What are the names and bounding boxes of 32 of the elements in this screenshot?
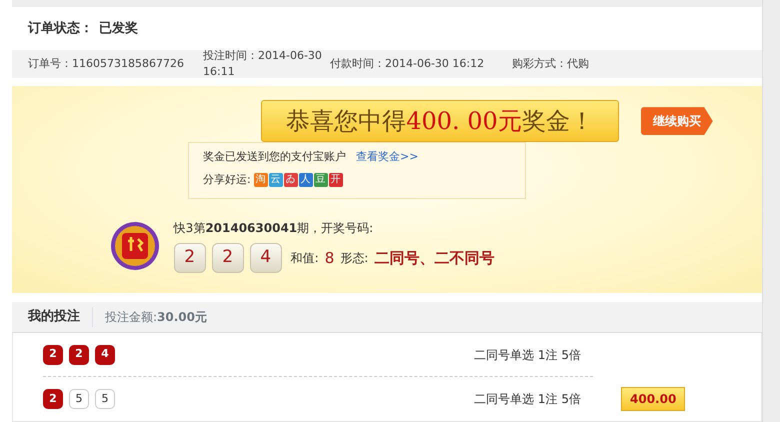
share-icon[interactable]: 豆 (314, 172, 328, 187)
play-type: 二同号单选 1注 5倍 (474, 391, 581, 408)
amount-label: 投注金额: (104, 308, 158, 326)
info-text: 购彩方式：代购 (512, 56, 590, 72)
sum-value: 8 (324, 248, 334, 269)
play-type: 二同号单选 1注 5倍 (474, 346, 581, 364)
info-text: 订单号：1160573185867726 (28, 56, 185, 72)
pattern-label: 形态: (340, 250, 368, 268)
amount-value: 30.00元 (157, 308, 208, 326)
dice-number: 2 (212, 243, 244, 274)
share-label: 分享好运: (203, 172, 251, 188)
pattern-value: 二同号、二不同号 (374, 248, 494, 269)
dice-number: 4 (250, 243, 282, 274)
congrats-banner: 恭喜您中得400. 00元奖金！ (261, 100, 619, 142)
dice-logo-icon (110, 221, 160, 272)
info-text: 付款时间：2014-06-30 16:12 (330, 56, 486, 72)
status-label: 订单状态： (28, 20, 93, 38)
share-icon[interactable]: 人 (298, 172, 313, 187)
notice-text: 奖金已发送到您的支付宝账户 (203, 150, 346, 164)
win-amount-badge: 400.00 (621, 387, 686, 411)
share-icon[interactable]: 开 (328, 172, 343, 187)
sum-label: 和值: (290, 250, 319, 268)
share-icon[interactable]: 云 (268, 172, 283, 187)
draw-caption: 快3第20140630041期，开奖号码: (174, 220, 374, 238)
info-text: 投注时间：2014-06-30 16:11 (203, 48, 323, 80)
status-value: 已发奖 (99, 20, 138, 38)
bets-title: 我的投注 (28, 307, 93, 327)
share-icon[interactable]: ゐ (284, 172, 298, 187)
continue-buy-button[interactable]: 继续购买 (640, 107, 713, 136)
dice-number: 2 (174, 243, 206, 274)
share-icon[interactable]: 淘 (254, 172, 268, 187)
view-prize-link[interactable]: 查看奖金>> (356, 150, 418, 164)
